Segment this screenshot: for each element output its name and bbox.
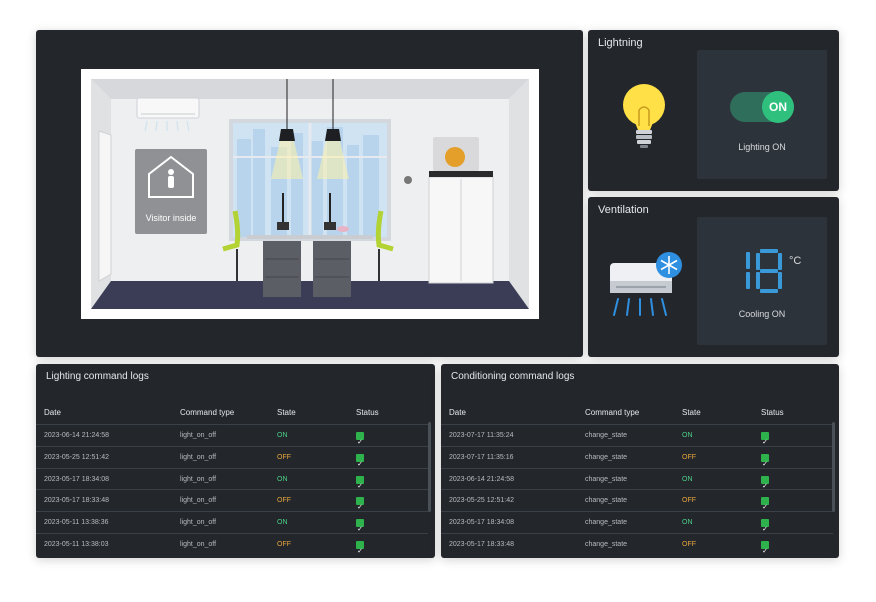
conditioning-logs-body: 2023-07-17 11:35:24 change_state ON ✓ 2023-0… — [441, 424, 833, 555]
table-row[interactable]: 2023-05-17 18:33:48 change_state OFF ✓ — [441, 532, 833, 555]
ventilation-title: Ventilation — [598, 204, 649, 216]
cell-state: OFF — [682, 497, 696, 505]
cell-command-type: light_on_off — [180, 453, 217, 461]
lighting-logs-body: 2023-06-14 21:24:58 light_on_off ON ✓ 2023-0… — [36, 424, 428, 555]
check-icon: ✓ — [761, 475, 769, 490]
cell-command-type: change_state — [585, 432, 628, 439]
ventilation-control: 18 °C Cooling ON — [697, 217, 827, 345]
table-row[interactable]: 2023-05-25 12:51:42 change_state OFF ✓ — [441, 489, 833, 511]
check-icon: ✓ — [356, 475, 364, 490]
table-row[interactable]: 2023-05-11 13:38:36 light_on_off ON ✓ — [36, 511, 428, 533]
cooling-status: Cooling ON — [738, 309, 786, 319]
check-icon: ✓ — [761, 519, 769, 533]
check-icon: ✓ — [761, 432, 769, 446]
cell-state: OFF — [682, 453, 696, 461]
cell-state: OFF — [277, 497, 291, 505]
ventilation-panel: Ventilation 18 °C Cooling ON — [588, 197, 839, 357]
cell-command-type: change_state — [585, 519, 628, 527]
check-icon: ✓ — [761, 540, 769, 555]
cell-date: 2023-05-11 13:38:36 — [44, 519, 109, 527]
cell-state: OFF — [277, 453, 291, 461]
lighting-status: Lighting ON — [738, 142, 786, 152]
check-icon: ✓ — [356, 497, 364, 511]
col-date: Date — [44, 408, 61, 417]
lighting-toggle[interactable]: ON — [730, 91, 794, 123]
table-header: Date Command type State Status — [441, 402, 839, 424]
col-status: Status — [761, 408, 784, 417]
check-icon: ✓ — [356, 432, 364, 446]
cell-command-type: light_on_off — [180, 475, 217, 483]
conditioning-logs-panel: Conditioning command logs Date Command t… — [441, 364, 839, 558]
cell-state: ON — [682, 432, 693, 439]
check-icon: ✓ — [356, 540, 364, 555]
temperature-value: 18 — [740, 249, 742, 250]
check-icon: ✓ — [761, 497, 769, 511]
lighting-panel: Lightning ON Lighting ON — [588, 30, 839, 191]
cell-date: 2023-05-17 18:34:08 — [449, 519, 514, 527]
check-icon: ✓ — [356, 453, 364, 468]
scrollbar[interactable] — [428, 422, 431, 512]
col-state: State — [277, 408, 296, 417]
check-icon: ✓ — [356, 519, 364, 533]
cell-command-type: light_on_off — [180, 519, 217, 527]
cell-state: ON — [277, 475, 288, 483]
cell-command-type: change_state — [585, 540, 628, 548]
lighting-logs-panel: Lighting command logs Date Command type … — [36, 364, 435, 558]
col-state: State — [682, 408, 701, 417]
col-command-type: Command type — [180, 408, 235, 417]
cell-command-type: change_state — [585, 497, 628, 505]
cell-command-type: change_state — [585, 453, 628, 461]
table-row[interactable]: 2023-05-17 18:34:08 light_on_off ON ✓ — [36, 467, 428, 490]
toggle-knob: ON — [762, 91, 794, 123]
cell-state: OFF — [682, 540, 696, 548]
temperature-unit: °C — [789, 255, 802, 267]
table-row[interactable]: 2023-05-17 18:34:08 change_state ON ✓ — [441, 511, 833, 533]
cell-date: 2023-06-14 21:24:58 — [449, 475, 514, 483]
lighting-control: ON Lighting ON — [697, 50, 827, 179]
light-bulb-icon — [623, 84, 665, 148]
cell-command-type: change_state — [585, 475, 628, 483]
room-panel: Visitor inside — [36, 30, 583, 357]
col-date: Date — [449, 408, 466, 417]
cell-command-type: light_on_off — [180, 540, 217, 548]
room-illustration — [81, 69, 539, 319]
lighting-logs-title: Lighting command logs — [46, 371, 149, 382]
table-row[interactable]: 2023-05-17 18:33:48 light_on_off OFF ✓ — [36, 489, 428, 511]
cell-state: OFF — [277, 540, 291, 548]
cell-date: 2023-06-14 21:24:58 — [44, 432, 109, 439]
cell-state: ON — [682, 475, 693, 483]
table-row[interactable]: 2023-06-14 21:24:58 light_on_off ON ✓ — [36, 424, 428, 446]
cell-command-type: light_on_off — [180, 497, 217, 505]
air-conditioner-icon — [610, 252, 682, 316]
cell-date: 2023-07-17 11:35:16 — [449, 453, 514, 461]
cell-date: 2023-05-25 12:51:42 — [449, 497, 514, 505]
cell-state: ON — [277, 432, 288, 439]
cell-date: 2023-05-25 12:51:42 — [44, 453, 109, 461]
table-header: Date Command type State Status — [36, 402, 435, 424]
table-row[interactable]: 2023-07-17 11:35:24 change_state ON ✓ — [441, 424, 833, 446]
table-row[interactable]: 2023-05-25 12:51:42 light_on_off OFF ✓ — [36, 445, 428, 468]
scrollbar[interactable] — [832, 422, 835, 512]
col-status: Status — [356, 408, 379, 417]
conditioning-logs-title: Conditioning command logs — [451, 371, 575, 382]
cell-date: 2023-07-17 11:35:24 — [449, 432, 514, 439]
cell-date: 2023-05-17 18:34:08 — [44, 475, 109, 483]
table-row[interactable]: 2023-06-14 21:24:58 change_state ON ✓ — [441, 467, 833, 490]
cell-date: 2023-05-17 18:33:48 — [449, 540, 514, 548]
cell-state: ON — [682, 519, 693, 527]
check-icon: ✓ — [761, 453, 769, 468]
table-row[interactable]: 2023-05-11 13:38:03 light_on_off OFF ✓ — [36, 532, 428, 555]
cell-date: 2023-05-11 13:38:03 — [44, 540, 109, 548]
cell-date: 2023-05-17 18:33:48 — [44, 497, 109, 505]
lighting-title: Lightning — [598, 37, 643, 49]
table-row[interactable]: 2023-07-17 11:35:16 change_state OFF ✓ — [441, 445, 833, 468]
cell-command-type: light_on_off — [180, 432, 217, 439]
temperature-display: 18 — [740, 249, 782, 293]
visitor-inside-label: Visitor inside — [145, 213, 197, 223]
cell-state: ON — [277, 519, 288, 527]
col-command-type: Command type — [585, 408, 640, 417]
